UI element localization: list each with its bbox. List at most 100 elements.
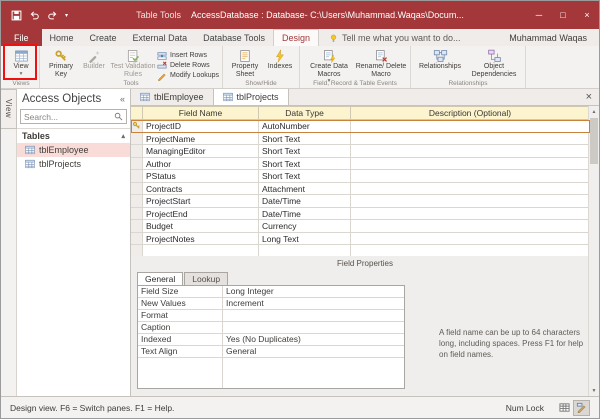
row-selector[interactable] xyxy=(131,195,143,208)
field-name-cell[interactable]: ProjectEnd xyxy=(143,208,259,221)
property-row[interactable]: Field Size Long Integer xyxy=(138,286,404,298)
field-name-cell[interactable]: Author xyxy=(143,158,259,171)
data-type-cell[interactable]: Long Text xyxy=(259,233,351,246)
tab-lookup[interactable]: Lookup xyxy=(184,272,228,285)
nav-item-table[interactable]: tblProjects xyxy=(17,157,130,171)
data-type-cell[interactable]: Attachment xyxy=(259,183,351,196)
indexes-button[interactable]: Indexes xyxy=(264,48,296,71)
collapse-pane-icon[interactable]: « xyxy=(120,94,125,104)
property-value[interactable]: Increment xyxy=(222,298,404,309)
maximize-button[interactable]: □ xyxy=(551,1,575,29)
design-grid-row[interactable]: Author Short Text xyxy=(131,158,590,171)
vertical-scrollbar[interactable]: ▲ ▼ xyxy=(588,106,599,396)
design-grid-row[interactable]: PStatus Short Text xyxy=(131,170,590,183)
collapse-group-icon[interactable]: ▴ xyxy=(121,132,125,140)
data-type-cell[interactable]: Short Text xyxy=(259,170,351,183)
design-grid-row[interactable]: ProjectName Short Text xyxy=(131,133,590,146)
close-document-icon[interactable]: × xyxy=(579,89,599,105)
design-grid-row[interactable]: ProjectEnd Date/Time xyxy=(131,208,590,221)
property-row[interactable]: New Values Increment xyxy=(138,298,404,310)
property-row[interactable]: Indexed Yes (No Duplicates) xyxy=(138,334,404,346)
ribbon-tab[interactable]: Database Tools xyxy=(195,29,273,46)
description-cell[interactable] xyxy=(351,183,590,196)
test-validation-rules-button[interactable]: Test Validation Rules xyxy=(109,48,157,78)
redo-icon[interactable] xyxy=(47,10,58,21)
design-grid-row[interactable]: Budget Currency xyxy=(131,220,590,233)
property-value[interactable]: General xyxy=(222,346,404,357)
row-selector[interactable] xyxy=(131,183,143,196)
property-row[interactable]: Text Align General xyxy=(138,346,404,358)
design-view-button[interactable] xyxy=(573,400,590,416)
description-cell[interactable] xyxy=(351,145,590,158)
row-selector[interactable] xyxy=(131,158,143,171)
property-row[interactable]: Caption xyxy=(138,322,404,334)
description-cell[interactable] xyxy=(351,170,590,183)
save-icon[interactable] xyxy=(11,10,22,21)
scroll-up-icon[interactable]: ▲ xyxy=(589,106,599,117)
property-value[interactable] xyxy=(222,322,404,333)
field-name-cell[interactable]: Contracts xyxy=(143,183,259,196)
field-name-cell[interactable]: ProjectID xyxy=(143,120,259,133)
field-name-cell[interactable]: ManagingEditor xyxy=(143,145,259,158)
property-row[interactable]: Format xyxy=(138,310,404,322)
property-sheet-button[interactable]: Property Sheet xyxy=(226,48,264,78)
description-cell[interactable] xyxy=(351,208,590,221)
description-cell[interactable] xyxy=(351,220,590,233)
builder-button[interactable]: Builder xyxy=(79,48,109,71)
ribbon-tab[interactable]: External Data xyxy=(125,29,196,46)
rename-delete-macro-button[interactable]: Rename/ Delete Macro xyxy=(355,48,407,78)
field-name-cell[interactable]: ProjectNotes xyxy=(143,233,259,246)
search-icon[interactable] xyxy=(114,112,123,121)
row-selector[interactable] xyxy=(131,220,143,233)
field-name-cell[interactable]: PStatus xyxy=(143,170,259,183)
qat-customize-caret-icon[interactable]: ▾ xyxy=(65,12,68,19)
design-grid-row[interactable]: ProjectStart Date/Time xyxy=(131,195,590,208)
design-grid-row[interactable]: ProjectID AutoNumber xyxy=(131,120,590,133)
design-grid-row[interactable]: ManagingEditor Short Text xyxy=(131,145,590,158)
nav-item-table[interactable]: tblEmployee xyxy=(17,143,130,157)
primary-key-button[interactable]: Primary Key xyxy=(43,48,79,78)
ribbon-tab[interactable]: Create xyxy=(82,29,125,46)
description-cell[interactable] xyxy=(351,233,590,246)
tell-me-box[interactable]: Tell me what you want to do... xyxy=(329,29,461,46)
field-name-cell[interactable]: ProjectName xyxy=(143,133,259,146)
tables-group-header[interactable]: Tables ▴ xyxy=(17,128,130,143)
description-cell[interactable] xyxy=(351,120,590,133)
ribbon-tab[interactable]: Home xyxy=(42,29,82,46)
row-selector[interactable] xyxy=(131,233,143,246)
scrollbar-thumb[interactable] xyxy=(590,118,598,164)
row-selector[interactable] xyxy=(131,208,143,221)
view-vertical-tab[interactable]: View xyxy=(1,89,17,129)
row-selector[interactable] xyxy=(131,133,143,146)
datasheet-view-button[interactable] xyxy=(556,400,573,416)
description-cell[interactable] xyxy=(351,133,590,146)
account-name[interactable]: Muhammad Waqas xyxy=(509,29,599,46)
relationships-button[interactable]: Relationships xyxy=(414,48,466,71)
ribbon-tab[interactable]: File xyxy=(1,29,42,46)
property-value[interactable] xyxy=(222,310,404,321)
row-selector[interactable] xyxy=(131,120,143,133)
data-type-cell[interactable]: Short Text xyxy=(259,133,351,146)
scroll-down-icon[interactable]: ▼ xyxy=(589,385,599,396)
undo-icon[interactable] xyxy=(29,10,40,21)
insert-rows-button[interactable]: Insert Rows xyxy=(157,51,219,60)
data-type-cell[interactable]: Short Text xyxy=(259,158,351,171)
field-name-cell[interactable]: Budget xyxy=(143,220,259,233)
ribbon-tab[interactable]: Design xyxy=(273,29,319,46)
data-type-cell[interactable]: Date/Time xyxy=(259,208,351,221)
close-button[interactable]: × xyxy=(575,1,599,29)
nav-search-box[interactable] xyxy=(20,109,127,124)
description-cell[interactable] xyxy=(351,158,590,171)
row-selector[interactable] xyxy=(131,170,143,183)
description-cell[interactable] xyxy=(351,195,590,208)
property-value[interactable]: Long Integer xyxy=(222,286,404,297)
row-selector[interactable] xyxy=(131,145,143,158)
field-name-cell[interactable]: ProjectStart xyxy=(143,195,259,208)
design-grid-row[interactable]: Contracts Attachment xyxy=(131,183,590,196)
data-type-cell[interactable]: Short Text xyxy=(259,145,351,158)
modify-lookups-button[interactable]: Modify Lookups xyxy=(157,71,219,80)
data-type-cell[interactable]: Currency xyxy=(259,220,351,233)
design-grid-row[interactable]: ProjectNotes Long Text xyxy=(131,233,590,246)
delete-rows-button[interactable]: Delete Rows xyxy=(157,61,219,70)
document-tab[interactable]: tblProjects xyxy=(214,89,289,105)
